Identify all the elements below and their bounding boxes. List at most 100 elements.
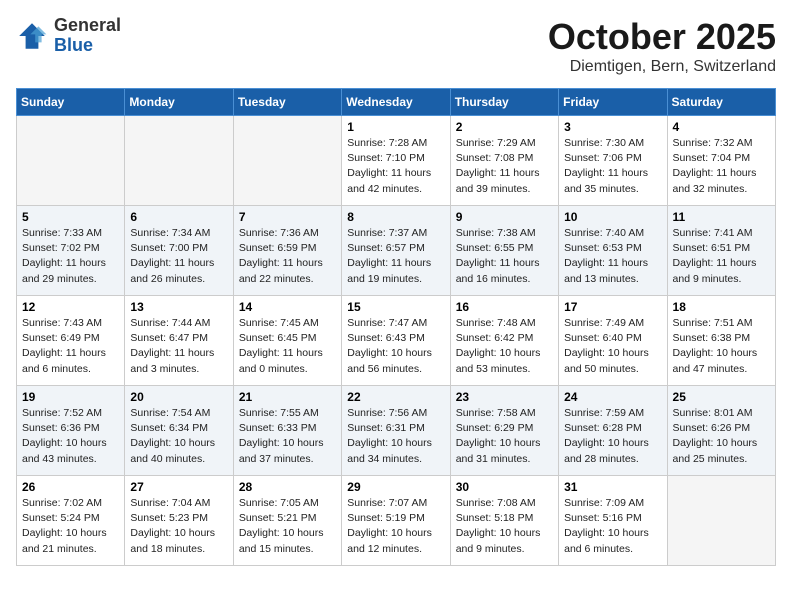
day-info: Sunrise: 7:44 AM Sunset: 6:47 PM Dayligh… [130,316,227,377]
day-number: 15 [347,300,444,314]
calendar-cell: 29 Sunrise: 7:07 AM Sunset: 5:19 PM Dayli… [342,476,450,566]
day-info: Sunrise: 7:43 AM Sunset: 6:49 PM Dayligh… [22,316,119,377]
month-title: October 2025 [548,16,776,58]
weekday-header-row: SundayMondayTuesdayWednesdayThursdayFrid… [17,89,776,116]
day-info: Sunrise: 7:52 AM Sunset: 6:36 PM Dayligh… [22,406,119,467]
location: Diemtigen, Bern, Switzerland [548,58,776,76]
day-info: Sunrise: 8:01 AM Sunset: 6:26 PM Dayligh… [673,406,770,467]
day-info: Sunrise: 7:07 AM Sunset: 5:19 PM Dayligh… [347,496,444,557]
calendar-cell: 26 Sunrise: 7:02 AM Sunset: 5:24 PM Dayli… [17,476,125,566]
logo-general: General [54,16,121,36]
calendar-cell: 17 Sunrise: 7:49 AM Sunset: 6:40 PM Dayli… [559,296,667,386]
calendar-cell: 22 Sunrise: 7:56 AM Sunset: 6:31 PM Dayli… [342,386,450,476]
calendar-week-row: 5Sunrise: 7:33 AM Sunset: 7:02 PM Daylig… [17,206,776,296]
calendar-week-row: 12 Sunrise: 7:43 AM Sunset: 6:49 PM Dayli… [17,296,776,386]
day-number: 17 [564,300,661,314]
day-number: 21 [239,390,336,404]
weekday-header-friday: Friday [559,89,667,116]
day-info: Sunrise: 7:30 AM Sunset: 7:06 PM Dayligh… [564,136,661,197]
day-info: Sunrise: 7:29 AM Sunset: 7:08 PM Dayligh… [456,136,553,197]
logo: General Blue [16,16,121,56]
day-number: 8 [347,210,444,224]
calendar-cell: 16Sunrise: 7:48 AM Sunset: 6:42 PM Dayli… [450,296,558,386]
day-number: 27 [130,480,227,494]
weekday-header-saturday: Saturday [667,89,775,116]
logo-blue: Blue [54,36,121,56]
logo-icon [16,20,48,52]
calendar-cell: 8 Sunrise: 7:37 AM Sunset: 6:57 PM Daylig… [342,206,450,296]
day-info: Sunrise: 7:49 AM Sunset: 6:40 PM Dayligh… [564,316,661,377]
day-info: Sunrise: 7:51 AM Sunset: 6:38 PM Dayligh… [673,316,770,377]
day-number: 9 [456,210,553,224]
day-number: 16 [456,300,553,314]
day-info: Sunrise: 7:47 AM Sunset: 6:43 PM Dayligh… [347,316,444,377]
calendar-cell: 25 Sunrise: 8:01 AM Sunset: 6:26 PM Dayli… [667,386,775,476]
day-number: 30 [456,480,553,494]
calendar-cell: 31 Sunrise: 7:09 AM Sunset: 5:16 PM Dayli… [559,476,667,566]
weekday-header-thursday: Thursday [450,89,558,116]
calendar-cell: 2 Sunrise: 7:29 AM Sunset: 7:08 PM Daylig… [450,116,558,206]
calendar-cell: 1 Sunrise: 7:28 AM Sunset: 7:10 PM Daylig… [342,116,450,206]
calendar-cell [17,116,125,206]
day-info: Sunrise: 7:34 AM Sunset: 7:00 PM Dayligh… [130,226,227,287]
day-number: 1 [347,120,444,134]
calendar-week-row: 19Sunrise: 7:52 AM Sunset: 6:36 PM Dayli… [17,386,776,476]
day-number: 20 [130,390,227,404]
day-info: Sunrise: 7:04 AM Sunset: 5:23 PM Dayligh… [130,496,227,557]
day-info: Sunrise: 7:58 AM Sunset: 6:29 PM Dayligh… [456,406,553,467]
day-number: 10 [564,210,661,224]
calendar-cell [125,116,233,206]
day-number: 4 [673,120,770,134]
calendar-cell: 15 Sunrise: 7:47 AM Sunset: 6:43 PM Dayli… [342,296,450,386]
calendar-cell: 6Sunrise: 7:34 AM Sunset: 7:00 PM Daylig… [125,206,233,296]
page-header: General Blue October 2025 Diemtigen, Ber… [16,16,776,76]
day-number: 22 [347,390,444,404]
calendar-cell: 9 Sunrise: 7:38 AM Sunset: 6:55 PM Daylig… [450,206,558,296]
weekday-header-sunday: Sunday [17,89,125,116]
day-info: Sunrise: 7:05 AM Sunset: 5:21 PM Dayligh… [239,496,336,557]
day-info: Sunrise: 7:54 AM Sunset: 6:34 PM Dayligh… [130,406,227,467]
calendar-cell: 19Sunrise: 7:52 AM Sunset: 6:36 PM Dayli… [17,386,125,476]
day-number: 18 [673,300,770,314]
weekday-header-monday: Monday [125,89,233,116]
calendar-cell: 23Sunrise: 7:58 AM Sunset: 6:29 PM Dayli… [450,386,558,476]
day-info: Sunrise: 7:08 AM Sunset: 5:18 PM Dayligh… [456,496,553,557]
calendar-cell [667,476,775,566]
calendar-week-row: 26 Sunrise: 7:02 AM Sunset: 5:24 PM Dayli… [17,476,776,566]
day-number: 28 [239,480,336,494]
day-number: 12 [22,300,119,314]
calendar-cell: 4 Sunrise: 7:32 AM Sunset: 7:04 PM Daylig… [667,116,775,206]
day-number: 11 [673,210,770,224]
title-block: October 2025 Diemtigen, Bern, Switzerlan… [548,16,776,76]
day-number: 29 [347,480,444,494]
calendar-cell: 28 Sunrise: 7:05 AM Sunset: 5:21 PM Dayli… [233,476,341,566]
day-info: Sunrise: 7:09 AM Sunset: 5:16 PM Dayligh… [564,496,661,557]
weekday-header-tuesday: Tuesday [233,89,341,116]
calendar-cell: 7Sunrise: 7:36 AM Sunset: 6:59 PM Daylig… [233,206,341,296]
day-number: 13 [130,300,227,314]
calendar-cell: 10Sunrise: 7:40 AM Sunset: 6:53 PM Dayli… [559,206,667,296]
day-info: Sunrise: 7:41 AM Sunset: 6:51 PM Dayligh… [673,226,770,287]
calendar-cell: 24Sunrise: 7:59 AM Sunset: 6:28 PM Dayli… [559,386,667,476]
day-info: Sunrise: 7:56 AM Sunset: 6:31 PM Dayligh… [347,406,444,467]
calendar-cell: 20 Sunrise: 7:54 AM Sunset: 6:34 PM Dayli… [125,386,233,476]
calendar-cell: 27 Sunrise: 7:04 AM Sunset: 5:23 PM Dayli… [125,476,233,566]
day-info: Sunrise: 7:38 AM Sunset: 6:55 PM Dayligh… [456,226,553,287]
day-info: Sunrise: 7:33 AM Sunset: 7:02 PM Dayligh… [22,226,119,287]
day-number: 25 [673,390,770,404]
calendar-cell: 21Sunrise: 7:55 AM Sunset: 6:33 PM Dayli… [233,386,341,476]
day-info: Sunrise: 7:02 AM Sunset: 5:24 PM Dayligh… [22,496,119,557]
day-number: 2 [456,120,553,134]
weekday-header-wednesday: Wednesday [342,89,450,116]
day-number: 31 [564,480,661,494]
day-info: Sunrise: 7:32 AM Sunset: 7:04 PM Dayligh… [673,136,770,197]
day-info: Sunrise: 7:59 AM Sunset: 6:28 PM Dayligh… [564,406,661,467]
day-info: Sunrise: 7:45 AM Sunset: 6:45 PM Dayligh… [239,316,336,377]
calendar-cell [233,116,341,206]
day-number: 26 [22,480,119,494]
calendar-cell: 14 Sunrise: 7:45 AM Sunset: 6:45 PM Dayli… [233,296,341,386]
day-info: Sunrise: 7:37 AM Sunset: 6:57 PM Dayligh… [347,226,444,287]
calendar-cell: 18 Sunrise: 7:51 AM Sunset: 6:38 PM Dayli… [667,296,775,386]
day-info: Sunrise: 7:28 AM Sunset: 7:10 PM Dayligh… [347,136,444,197]
day-number: 14 [239,300,336,314]
